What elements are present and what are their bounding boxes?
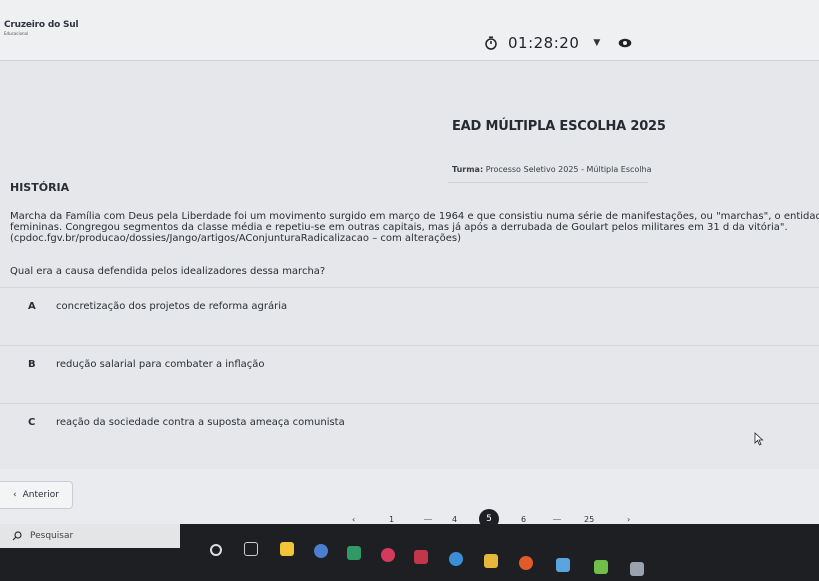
chevron-left-icon: ‹ — [13, 490, 17, 500]
page-link[interactable]: 4 — [452, 515, 457, 524]
taskbar-search[interactable]: Pesquisar — [0, 524, 180, 548]
start-circle-icon[interactable] — [210, 544, 222, 556]
exam-timer[interactable]: 01:28:20 ▼ — [484, 34, 632, 52]
taskbar-app-icon[interactable] — [519, 556, 533, 570]
header-bar: Cruzeiro do Sul Educacional 01:28:20 ▼ — [0, 0, 819, 61]
turma-info: Turma: Processo Seletivo 2025 - Múltipla… — [452, 165, 652, 174]
option-text: reação da sociedade contra a suposta ame… — [56, 417, 345, 428]
turma-value: Processo Seletivo 2025 - Múltipla Escolh… — [485, 165, 652, 174]
question-panel: EAD MÚLTIPLA ESCOLHA 2025 Turma: Process… — [0, 61, 819, 469]
chevron-down-icon[interactable]: ▼ — [593, 38, 600, 48]
taskbar-app-icon[interactable] — [314, 544, 328, 558]
pagination-next[interactable]: › — [627, 515, 630, 524]
option-b[interactable]: B redução salarial para combater a infla… — [0, 345, 819, 390]
page-link[interactable]: 6 — [521, 515, 526, 524]
os-taskbar: Pesquisar — [0, 524, 819, 581]
taskbar-app-icon[interactable] — [556, 558, 570, 572]
option-text: concretização dos projetos de reforma ag… — [56, 301, 288, 312]
timer-value: 01:28:20 — [508, 34, 580, 52]
brand-logo: Cruzeiro do Sul Educacional — [4, 20, 79, 36]
taskbar-app-icon[interactable] — [381, 548, 395, 562]
page-link[interactable]: 25 — [584, 515, 594, 524]
search-placeholder: Pesquisar — [30, 531, 74, 541]
brand-sub: Educacional — [4, 31, 29, 36]
pagination-ellipsis — [553, 519, 561, 520]
taskbar-app-icon[interactable] — [280, 542, 294, 556]
taskbar-app-icon[interactable] — [449, 552, 463, 566]
option-text: redução salarial para combater a inflaçã… — [56, 359, 265, 370]
option-letter: B — [28, 359, 36, 370]
stopwatch-icon — [485, 36, 497, 50]
task-view-icon[interactable] — [244, 542, 258, 556]
taskbar-app-icon[interactable] — [594, 560, 608, 574]
exam-title: EAD MÚLTIPLA ESCOLHA 2025 — [452, 119, 666, 134]
previous-label: Anterior — [22, 490, 59, 500]
pagination-prev[interactable]: ‹ — [352, 515, 355, 524]
option-a[interactable]: A concretização dos projetos de reforma … — [0, 287, 819, 332]
taskbar-app-icon[interactable] — [630, 562, 644, 576]
turma-label: Turma: — [452, 165, 484, 174]
page-link[interactable]: 1 — [389, 515, 394, 524]
search-icon — [12, 531, 22, 541]
taskbar-app-icon[interactable] — [414, 550, 428, 564]
option-letter: C — [28, 417, 36, 428]
previous-button[interactable]: ‹ Anterior — [0, 481, 73, 509]
option-c[interactable]: C reação da sociedade contra a suposta a… — [0, 403, 819, 448]
taskbar-app-icon[interactable] — [347, 546, 361, 560]
question-passage: Marcha da Família com Deus pela Liberdad… — [10, 211, 819, 244]
divider — [448, 182, 648, 183]
pagination-ellipsis — [424, 519, 432, 520]
option-letter: A — [28, 301, 36, 312]
question-prompt: Qual era a causa defendida pelos idealiz… — [10, 266, 326, 277]
eye-icon[interactable] — [618, 38, 632, 48]
taskbar-app-icon[interactable] — [484, 554, 498, 568]
subject-heading: HISTÓRIA — [10, 181, 70, 194]
mouse-cursor-icon — [754, 432, 764, 446]
brand-name: Cruzeiro do Sul — [4, 20, 79, 30]
